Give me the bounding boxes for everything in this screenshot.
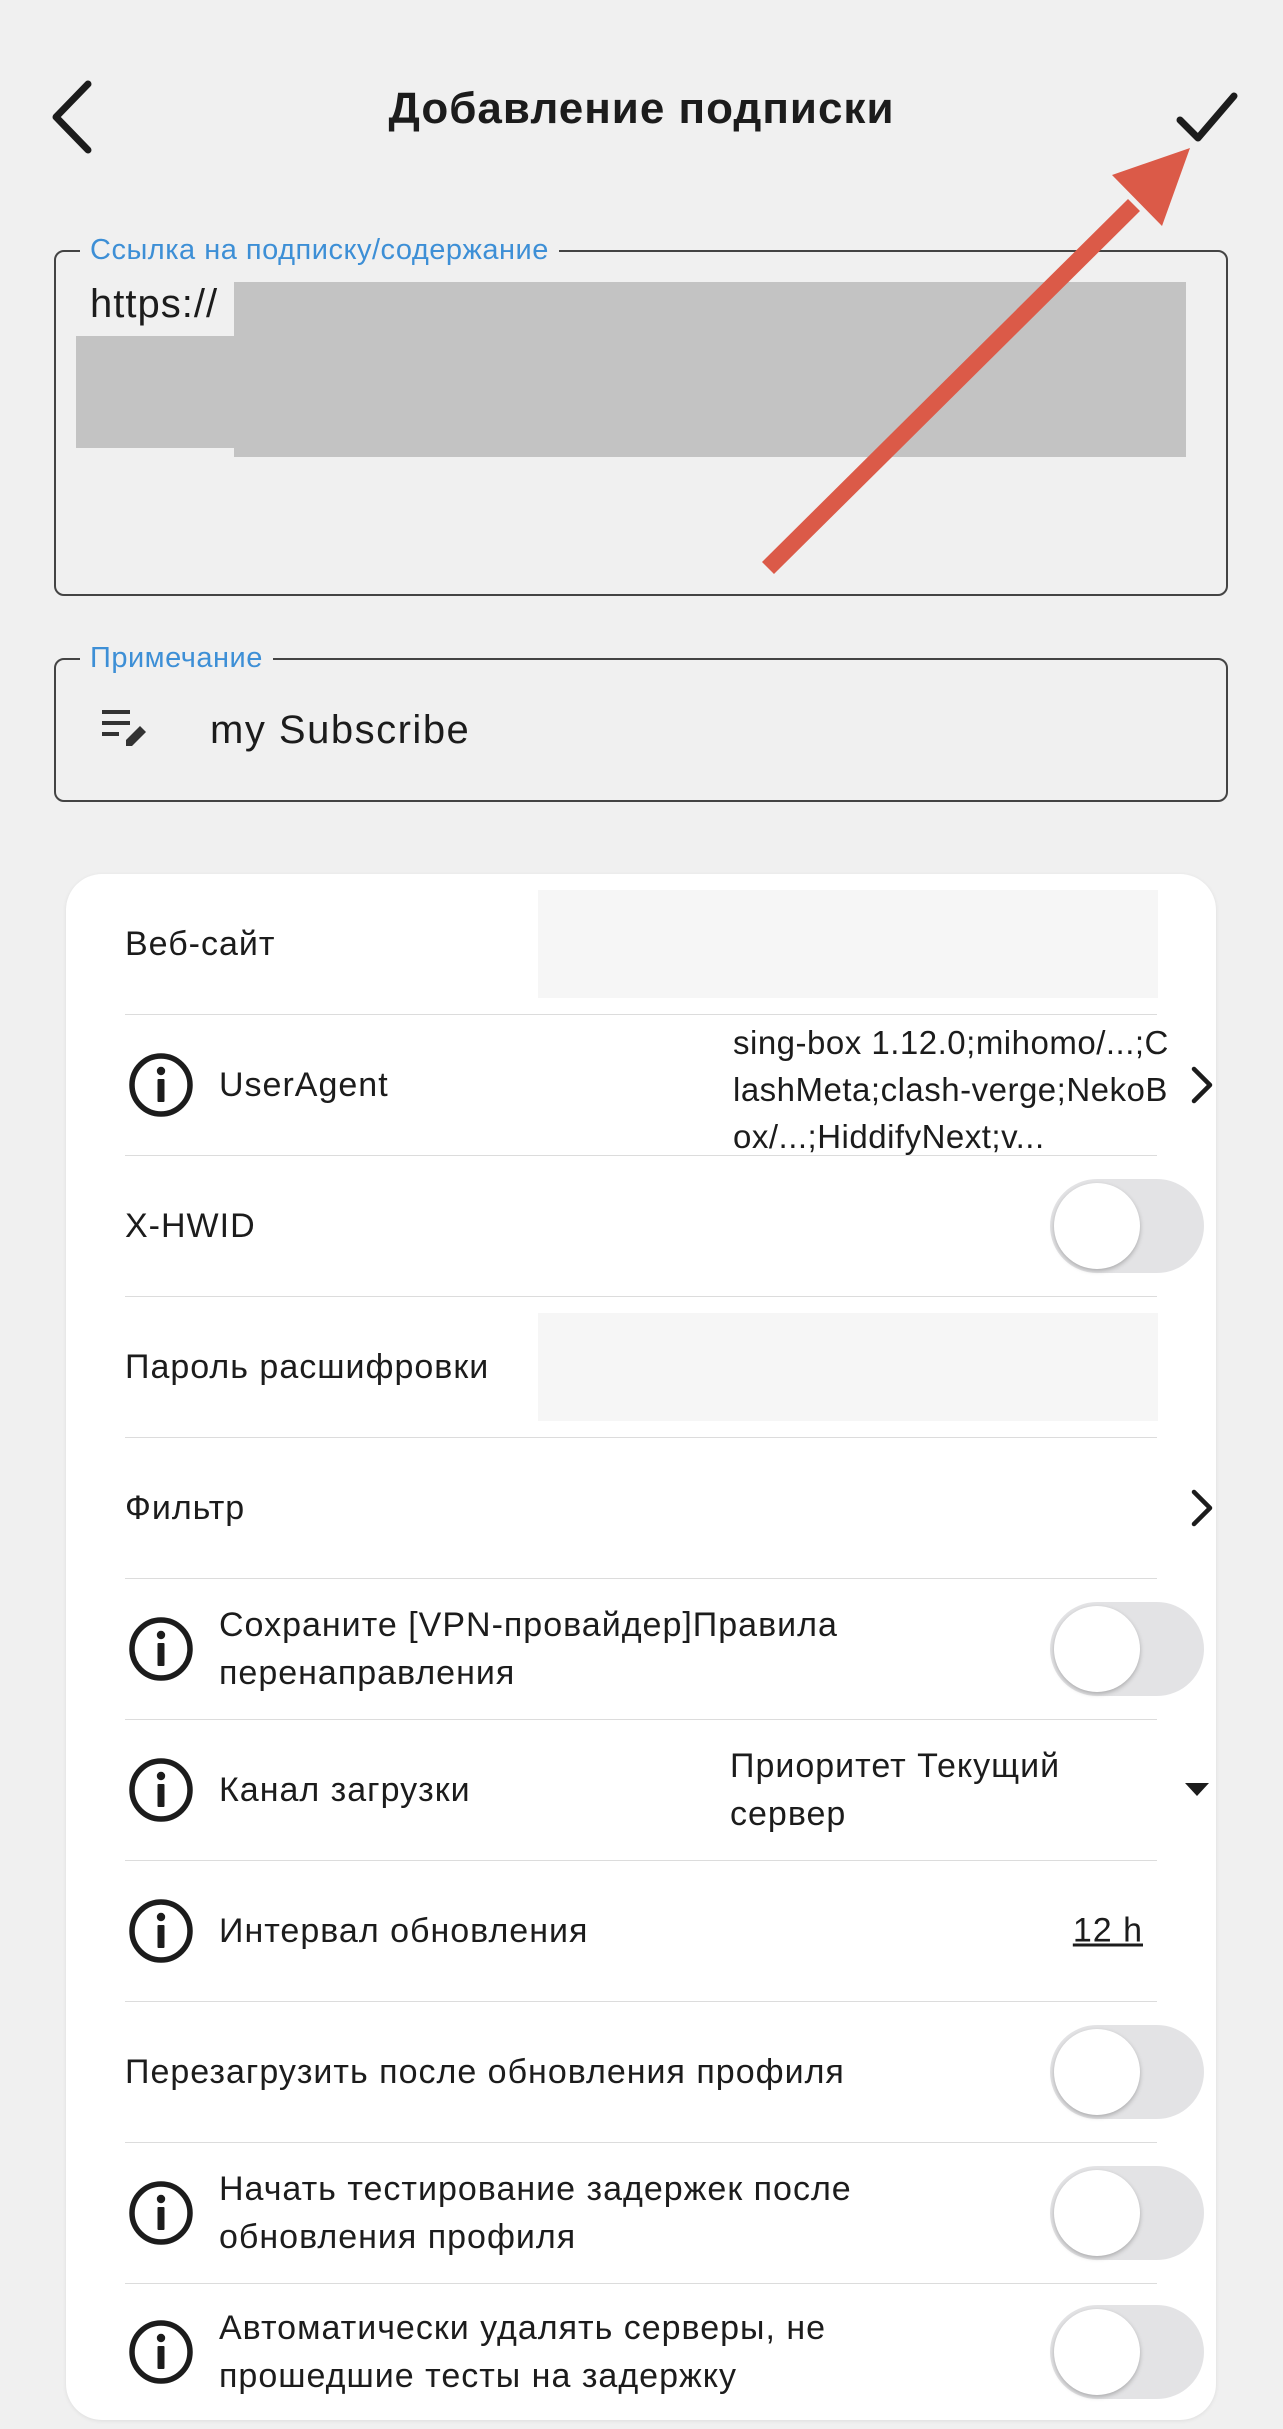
- decrypt-password-input[interactable]: [538, 1313, 1158, 1421]
- hwid-toggle[interactable]: [1050, 1179, 1204, 1273]
- check-icon: [1176, 92, 1238, 142]
- keep-rules-label: Сохраните [VPN-провайдер]Правила перенап…: [219, 1606, 838, 1692]
- app-header: Добавление подписки: [0, 0, 1283, 230]
- auto-remove-row: Автоматически удалять серверы, не прошед…: [125, 2284, 1204, 2420]
- page-title: Добавление подписки: [388, 84, 895, 133]
- toggle-knob: [1054, 1183, 1140, 1269]
- toggle-knob: [1054, 1606, 1140, 1692]
- toggle-knob: [1054, 2309, 1140, 2395]
- update-interval-value[interactable]: 12 h: [1073, 1912, 1143, 1951]
- subscription-url-field[interactable]: Ссылка на подписку/содержание https://: [54, 232, 1228, 596]
- useragent-row[interactable]: UserAgent sing-box 1.12.0;mihomo/...;Cla…: [125, 1015, 1213, 1156]
- filter-row[interactable]: Фильтр: [125, 1438, 1213, 1579]
- download-channel-row[interactable]: Канал загрузки Приоритет Текущий сервер: [125, 1720, 1209, 1861]
- auto-remove-label: Автоматически удалять серверы, не прошед…: [219, 2309, 827, 2395]
- auto-remove-toggle[interactable]: [1050, 2305, 1204, 2399]
- settings-card: Веб-сайт UserAgent sing-box 1.12.0;mihom…: [66, 874, 1216, 2420]
- note-value[interactable]: my Subscribe: [210, 708, 470, 753]
- latency-test-row: Начать тестирование задержек после обнов…: [125, 2143, 1204, 2284]
- website-row: Веб-сайт: [125, 874, 1158, 1015]
- reload-after-update-row: Перезагрузить после обновления профиля: [125, 2002, 1204, 2143]
- caret-down-icon[interactable]: [1185, 1783, 1209, 1797]
- reload-after-update-label: Перезагрузить после обновления профиля: [125, 2053, 845, 2091]
- useragent-value: sing-box 1.12.0;mihomo/...;ClashMeta;cla…: [733, 1024, 1169, 1155]
- useragent-label: UserAgent: [219, 1066, 389, 1104]
- info-icon[interactable]: [127, 1756, 195, 1824]
- info-icon[interactable]: [127, 1615, 195, 1683]
- latency-test-toggle[interactable]: [1050, 2166, 1204, 2260]
- download-channel-select[interactable]: Приоритет Текущий сервер: [730, 1742, 1130, 1838]
- update-interval-label: Интервал обновления: [219, 1912, 589, 1950]
- chevron-right-icon: [1191, 1066, 1213, 1104]
- subscription-url-label: Ссылка на подписку/содержание: [80, 232, 559, 268]
- keep-rules-row: Сохраните [VPN-провайдер]Правила перенап…: [125, 1579, 1204, 1720]
- info-icon[interactable]: [127, 2318, 195, 2386]
- hwid-row: X-HWID: [125, 1156, 1204, 1297]
- info-icon[interactable]: [127, 2179, 195, 2247]
- decrypt-password-label: Пароль расшифровки: [125, 1348, 490, 1386]
- subscription-url-value[interactable]: https://: [90, 282, 218, 327]
- reload-after-update-toggle[interactable]: [1050, 2025, 1204, 2119]
- latency-test-label: Начать тестирование задержек после обнов…: [219, 2170, 852, 2256]
- hwid-label: X-HWID: [125, 1207, 256, 1245]
- decrypt-password-row: Пароль расшифровки: [125, 1297, 1158, 1438]
- update-interval-row: Интервал обновления 12 h: [125, 1861, 1157, 2002]
- website-input[interactable]: [538, 890, 1158, 998]
- keep-rules-toggle[interactable]: [1050, 1602, 1204, 1696]
- redacted-area: [76, 336, 1186, 448]
- filter-label: Фильтр: [125, 1489, 246, 1527]
- toggle-knob: [1054, 2029, 1140, 2115]
- info-icon[interactable]: [127, 1051, 195, 1119]
- notes-edit-icon: [102, 710, 146, 746]
- save-button[interactable]: [1172, 82, 1242, 152]
- website-label: Веб-сайт: [125, 925, 276, 963]
- info-icon[interactable]: [127, 1897, 195, 1965]
- note-field[interactable]: Примечание my Subscribe: [54, 640, 1228, 802]
- chevron-right-icon: [1191, 1489, 1213, 1527]
- download-channel-label: Канал загрузки: [219, 1771, 471, 1809]
- toggle-knob: [1054, 2170, 1140, 2256]
- note-label: Примечание: [80, 640, 273, 676]
